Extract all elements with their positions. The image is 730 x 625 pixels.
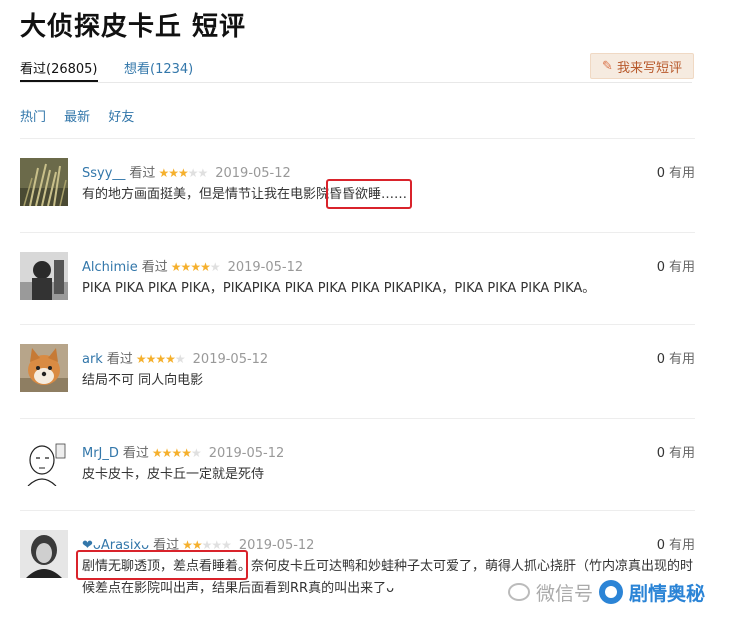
filter-hot[interactable]: 热门 xyxy=(20,110,46,125)
useful-label: 有用 xyxy=(668,446,695,461)
tab-divider xyxy=(20,82,692,83)
dark-figure-avatar[interactable] xyxy=(20,252,68,300)
review-status: 看过 xyxy=(141,260,168,275)
review-divider xyxy=(20,138,695,139)
useful-count: 0 xyxy=(656,446,665,461)
watermark-brand: 剧情奥秘 xyxy=(629,582,706,605)
review-status: 看过 xyxy=(129,166,156,181)
filter-friends[interactable]: 好友 xyxy=(108,110,134,125)
useful-vote[interactable]: 0 有用 xyxy=(657,256,695,275)
review-item: MrJ_D 看过 ★★★★★ 2019-05-12 0 有用 皮卡皮卡，皮卡丘一定就是死… xyxy=(20,418,695,510)
review-divider xyxy=(20,324,695,325)
rating-stars: ★★★★★ xyxy=(151,446,202,460)
wechat-watermark: 微信号 剧情奥秘 xyxy=(508,574,705,610)
review-meta: Alchimie 看过 ★★★★★ 2019-05-12 xyxy=(82,256,303,275)
review-text: 皮卡皮卡，皮卡丘一定就是死侍 xyxy=(82,467,265,482)
review-username[interactable]: MrJ_D xyxy=(82,446,119,461)
useful-vote[interactable]: 0 有用 xyxy=(657,348,695,367)
review-date: 2019-05-12 xyxy=(227,260,304,275)
highlight-annotation xyxy=(326,179,412,209)
brand-logo-icon xyxy=(599,580,624,604)
review-date: 2019-05-12 xyxy=(208,446,285,461)
saitama-sketch-avatar[interactable] xyxy=(20,438,68,486)
review-username[interactable]: ark xyxy=(82,352,103,367)
useful-label: 有用 xyxy=(668,538,695,553)
write-review-button[interactable]: ✎ 我来写短评 xyxy=(590,53,694,79)
useful-count: 0 xyxy=(656,260,665,275)
tab-want-to-watch[interactable]: 想看(1234) xyxy=(124,58,193,77)
page-title: 大侦探皮卡丘 短评 xyxy=(20,12,247,42)
review-status: 看过 xyxy=(106,352,133,367)
useful-count: 0 xyxy=(656,538,665,553)
review-date: 2019-05-12 xyxy=(215,166,291,181)
review-item: Alchimie 看过 ★★★★★ 2019-05-12 0 有用 PIKA PIKA … xyxy=(20,232,695,324)
review-divider xyxy=(20,232,695,233)
highlight-annotation xyxy=(76,550,248,580)
review-divider xyxy=(20,418,695,419)
review-date: 2019-05-12 xyxy=(238,538,315,553)
review-meta: MrJ_D 看过 ★★★★★ 2019-05-12 xyxy=(82,442,284,461)
shiba-dog-avatar[interactable] xyxy=(20,344,68,392)
rating-stars: ★★★★★ xyxy=(170,260,221,274)
useful-label: 有用 xyxy=(668,352,695,367)
review-meta: ark 看过 ★★★★★ 2019-05-12 xyxy=(82,348,268,367)
useful-vote[interactable]: 0 有用 xyxy=(657,162,695,181)
wechat-icon xyxy=(508,583,530,601)
filter-latest[interactable]: 最新 xyxy=(64,110,90,125)
useful-label: 有用 xyxy=(668,166,695,181)
write-review-label: 我来写短评 xyxy=(616,60,682,76)
rating-stars: ★★★★★ xyxy=(135,352,186,366)
tab-watched[interactable]: 看过(26805) xyxy=(20,58,98,77)
useful-label: 有用 xyxy=(668,260,695,275)
review-text: 结局不可 同人向电影 xyxy=(82,373,204,388)
review-meta: Ssyy__ 看过 ★★★★★ 2019-05-12 xyxy=(82,162,291,181)
review-username[interactable]: Ssyy__ xyxy=(82,166,125,181)
review-item: Ssyy__ 看过 ★★★★★ 2019-05-12 0 有用 有的地方画面挺美，但是情… xyxy=(20,138,695,232)
useful-count: 0 xyxy=(656,166,665,181)
review-text: PIKA PIKA PIKA PIKA，PIKAPIKA PIKA PIKA P… xyxy=(82,281,596,296)
pencil-icon: ✎ xyxy=(602,58,613,74)
useful-vote[interactable]: 0 有用 xyxy=(657,534,695,553)
rating-stars: ★★★★★ xyxy=(158,166,208,180)
grass-avatar[interactable] xyxy=(20,158,68,206)
review-username[interactable]: Alchimie xyxy=(82,260,138,275)
review-item: ark 看过 ★★★★★ 2019-05-12 0 有用 结局不可 同人向电影 xyxy=(20,324,695,418)
woman-portrait-avatar[interactable] xyxy=(20,530,68,578)
useful-vote[interactable]: 0 有用 xyxy=(657,442,695,461)
review-divider xyxy=(20,510,695,511)
sort-filters: 热门 最新 好友 xyxy=(20,106,148,125)
useful-count: 0 xyxy=(656,352,665,367)
review-status: 看过 xyxy=(122,446,149,461)
review-date: 2019-05-12 xyxy=(192,352,269,367)
watermark-prefix: 微信号 xyxy=(536,582,594,605)
